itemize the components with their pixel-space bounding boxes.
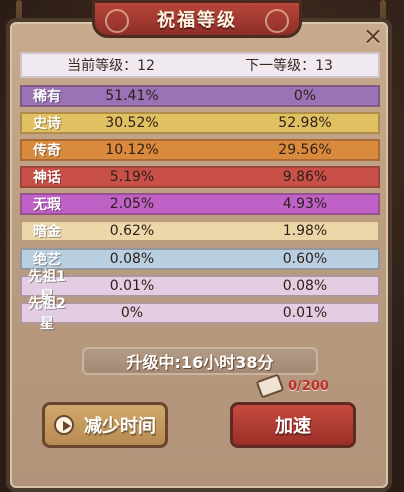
play-icon [54,415,74,435]
next-probability: 9.86% [282,169,328,186]
next-probability: 1.98% [282,223,328,240]
ticket-icon [255,373,285,399]
current-probability: 30.52% [105,115,159,132]
current-probability: 0% [120,304,144,321]
next-probability: 4.93% [282,196,328,213]
close-icon: × [362,22,384,50]
current-probability: 10.12% [105,142,159,159]
probability-row-unique-skill: 绝艺 0.08% 0.60% [20,247,380,270]
rarity-name: 神话 [33,170,61,187]
reduce-time-label: 减少时间 [84,416,156,437]
probability-row-dark-gold: 暗金 0.62% 1.98% [20,220,380,243]
rarity-name: 暗金 [33,224,61,241]
next-probability: 0% [293,88,317,104]
next-level-label: 下一等级：13 [245,58,333,74]
upgrade-status-text: 升级中:16小时38分 [126,353,274,372]
probability-row-legendary: 传奇 10.12% 29.56% [20,139,380,162]
rarity-name: 史诗 [33,116,61,133]
probability-row-ancestor-1: 先祖1星 0.01% 0.08% [20,269,380,305]
rarity-name: 稀有 [33,89,61,105]
current-probability: 51.41% [105,88,159,104]
probability-table: 稀有 51.41% 0% 史诗 30.52% 52.98% 传奇 10.12% … [20,85,380,332]
current-probability: 2.05% [109,196,155,213]
next-probability: 0.01% [282,304,328,321]
dialog-title: 祝福等级 [157,10,237,31]
game-screen: 祝福等级 × 当前等级：12 下一等级：13 稀有 51.41% 0% 史诗 3… [0,0,404,492]
rarity-name: 传奇 [33,143,61,160]
speedup-item-counter: 0/200 [255,373,329,399]
rarity-name: 先祖2星 [28,295,66,332]
upgrade-status-bar: 升级中:16小时38分 [82,347,318,375]
next-probability: 29.56% [278,142,332,159]
next-probability: 0.60% [282,250,328,267]
probability-row-flawless: 无瑕 2.05% 4.93% [20,193,380,216]
level-header: 当前等级：12 下一等级：13 [20,52,380,78]
title-banner: 祝福等级 [92,0,302,38]
next-probability: 52.98% [278,115,332,132]
current-probability: 5.19% [109,169,155,186]
current-level-label: 当前等级：12 [67,58,155,74]
probability-row-ancestor-2: 先祖2星 0% 0.01% [20,296,380,332]
next-probability: 0.08% [282,277,328,294]
current-probability: 0.08% [109,250,155,267]
speed-up-label: 加速 [275,416,311,437]
rarity-name: 无瑕 [33,197,61,214]
reduce-time-button[interactable]: 减少时间 [42,402,168,448]
probability-row-rare: 稀有 51.41% 0% [20,85,380,107]
current-probability: 0.62% [109,223,155,240]
current-probability: 0.01% [109,277,155,294]
probability-row-mythic: 神话 5.19% 9.86% [20,166,380,189]
speed-up-button[interactable]: 加速 [230,402,356,448]
probability-row-epic: 史诗 30.52% 52.98% [20,112,380,135]
close-button[interactable]: × [358,22,388,50]
speedup-count: 0/200 [288,378,329,394]
